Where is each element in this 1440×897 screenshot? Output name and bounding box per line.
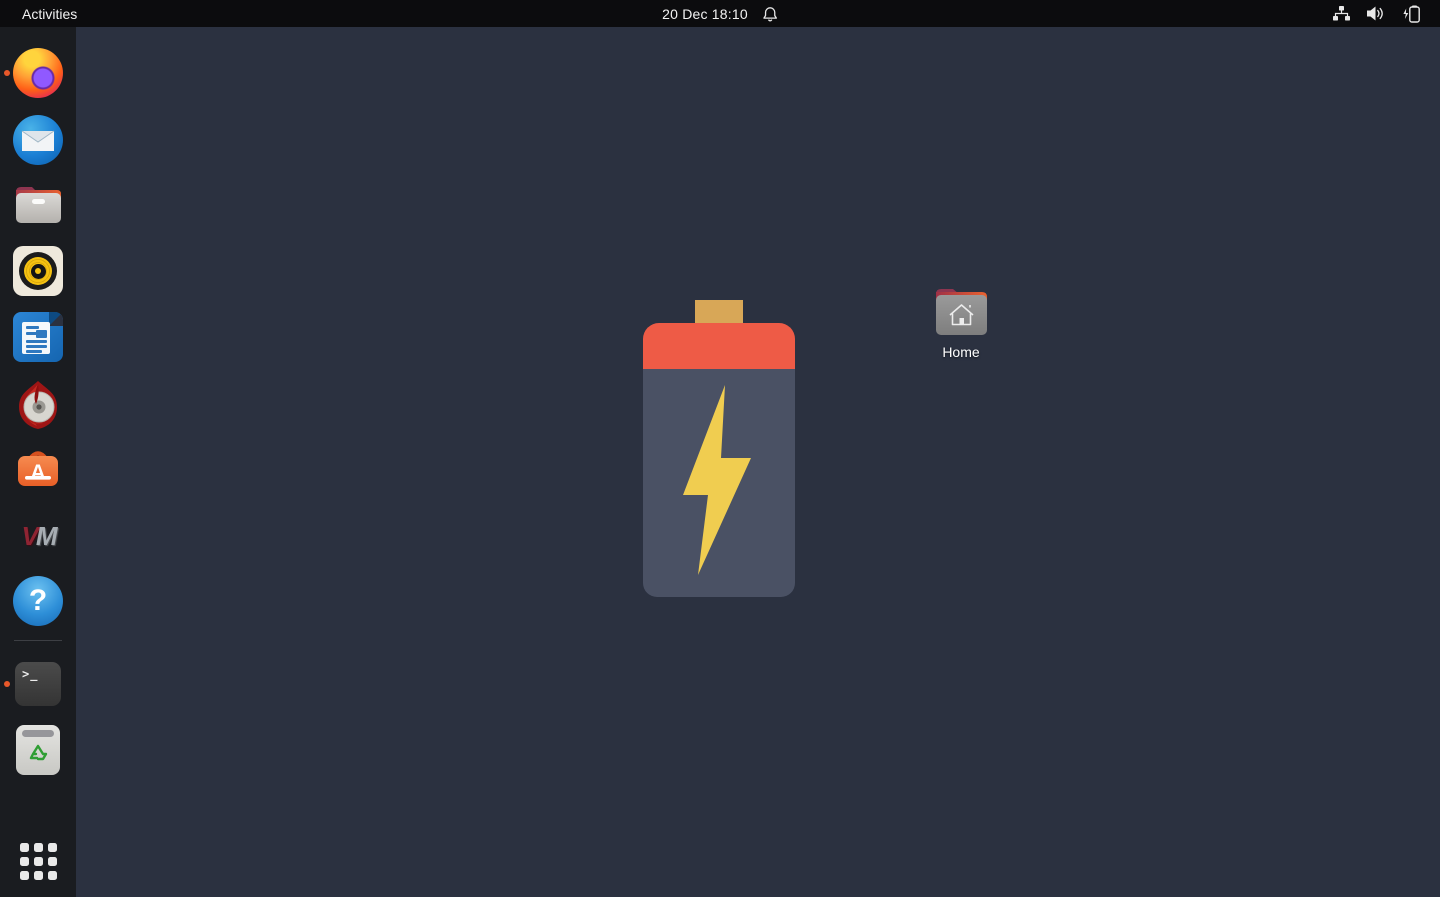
terminal-prompt-glyph: >_ bbox=[22, 667, 39, 681]
svg-text:A: A bbox=[30, 461, 45, 484]
brasero-disc-burner-icon bbox=[13, 380, 63, 430]
vmware-letter-m: M bbox=[35, 520, 58, 551]
home-folder-icon bbox=[936, 289, 987, 335]
dock-item-files[interactable] bbox=[13, 180, 63, 230]
rhythmbox-icon bbox=[13, 246, 63, 296]
wired-network-icon bbox=[1332, 6, 1351, 21]
trash-lid bbox=[22, 730, 54, 737]
files-folder-icon bbox=[13, 180, 63, 230]
dock-item-ubuntu-software[interactable]: A bbox=[13, 443, 63, 493]
terminal-icon: >_ bbox=[15, 662, 61, 706]
wallpaper-battery-artwork bbox=[643, 300, 795, 597]
activities-button[interactable]: Activities bbox=[10, 0, 89, 27]
dock-item-firefox[interactable] bbox=[4, 48, 63, 98]
firefox-icon bbox=[13, 48, 63, 98]
dock-item-libreoffice-writer[interactable] bbox=[13, 312, 63, 362]
vmware-letter-v: V bbox=[21, 520, 38, 551]
battery-top bbox=[643, 323, 795, 370]
desktop-icon-home-folder[interactable]: Home bbox=[923, 285, 999, 360]
battery-cap bbox=[695, 300, 743, 325]
running-indicator bbox=[4, 70, 10, 76]
dock-item-thunderbird[interactable] bbox=[13, 115, 63, 165]
libreoffice-writer-icon bbox=[13, 312, 63, 362]
system-tray[interactable] bbox=[1326, 0, 1428, 27]
dock: A V M ? >_ bbox=[0, 27, 76, 897]
dock-item-brasero[interactable] bbox=[13, 380, 63, 430]
vmware-icon: V M bbox=[13, 520, 63, 551]
dock-item-trash[interactable] bbox=[13, 725, 63, 775]
bell-icon bbox=[762, 6, 778, 22]
ubuntu-software-icon: A bbox=[13, 443, 63, 493]
trash-icon bbox=[16, 725, 60, 775]
dock-item-rhythmbox[interactable] bbox=[13, 246, 63, 296]
help-icon: ? bbox=[13, 576, 63, 626]
dock-item-help[interactable]: ? bbox=[13, 576, 63, 626]
desktop[interactable]: Home bbox=[76, 27, 1440, 897]
thunderbird-icon bbox=[13, 115, 63, 165]
recycle-icon bbox=[29, 744, 48, 761]
clock-text: 20 Dec 18:10 bbox=[662, 5, 748, 22]
dock-item-terminal[interactable]: >_ bbox=[4, 662, 63, 706]
volume-icon bbox=[1367, 6, 1385, 21]
clock-button[interactable]: 20 Dec 18:10 bbox=[652, 0, 788, 27]
home-icon-label: Home bbox=[942, 344, 980, 360]
dock-item-show-applications[interactable] bbox=[13, 843, 63, 880]
top-bar: Activities 20 Dec 18:10 bbox=[0, 0, 1440, 27]
battery-charging-icon bbox=[1401, 5, 1422, 23]
dock-divider bbox=[14, 640, 62, 641]
show-applications-icon bbox=[20, 843, 57, 880]
dock-item-vmware[interactable]: V M bbox=[13, 520, 63, 551]
lightning-bolt-icon bbox=[683, 385, 751, 575]
running-indicator bbox=[4, 681, 10, 687]
